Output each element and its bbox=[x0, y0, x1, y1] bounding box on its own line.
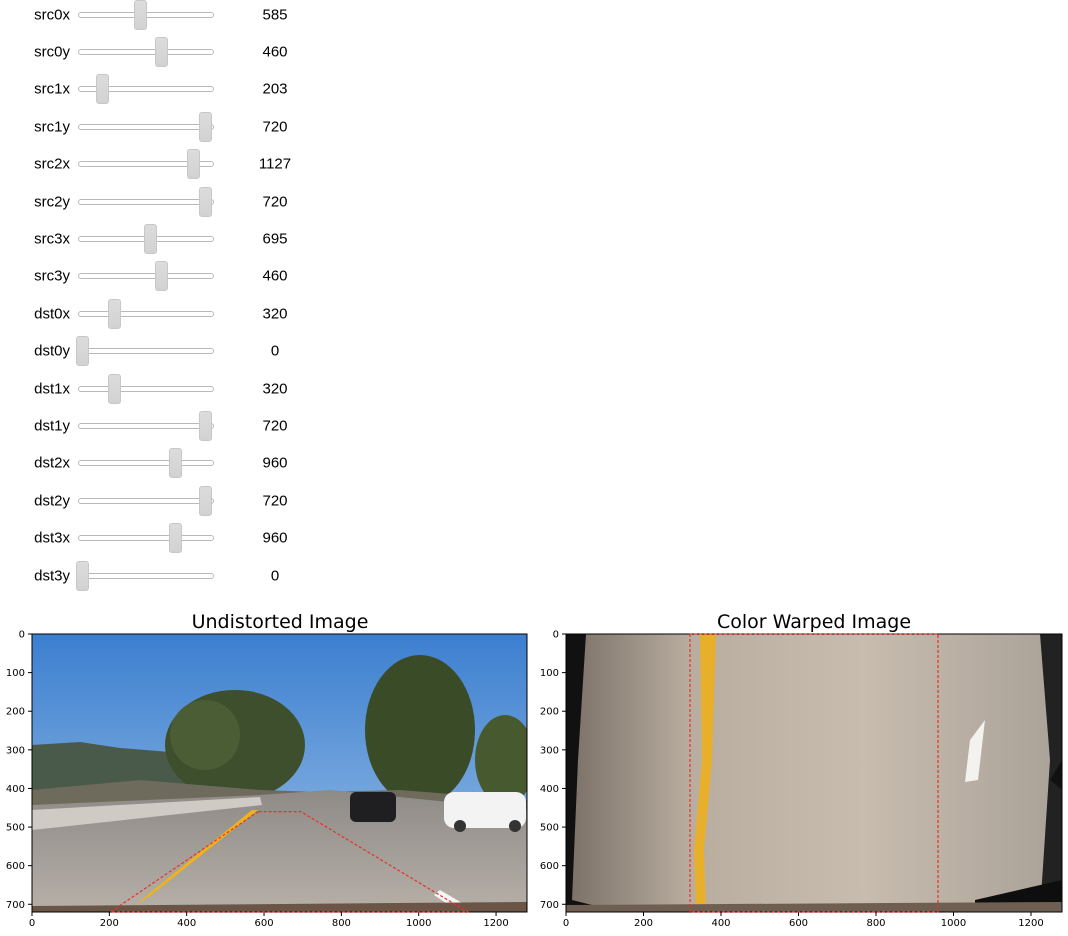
x-tick-label: 0 bbox=[29, 918, 35, 929]
figure-canvas: 0 200 400 600 800 1000 12000100200300400500600… bbox=[6, 630, 1063, 929]
y-tick-label: 400 bbox=[540, 784, 559, 795]
y-tick-label: 200 bbox=[540, 707, 559, 718]
x-tick-label: 400 bbox=[177, 918, 196, 929]
x-tick-label: 200 bbox=[634, 918, 653, 929]
x-tick-label: 1000 bbox=[406, 918, 431, 929]
x-tick-label: 800 bbox=[332, 918, 351, 929]
y-tick-label: 100 bbox=[540, 668, 559, 679]
x-tick-label: 1000 bbox=[941, 918, 966, 929]
y-tick-label: 500 bbox=[6, 823, 25, 834]
y-tick-label: 300 bbox=[6, 745, 25, 756]
warped-road-image bbox=[566, 634, 1062, 912]
x-tick-label: 400 bbox=[711, 918, 730, 929]
x-tick-label: 0 bbox=[563, 918, 569, 929]
y-tick-label: 100 bbox=[6, 668, 25, 679]
y-tick-label: 600 bbox=[6, 861, 25, 872]
x-tick-label: 1200 bbox=[1018, 918, 1043, 929]
y-tick-label: 0 bbox=[553, 630, 559, 641]
x-tick-label: 800 bbox=[866, 918, 885, 929]
y-tick-label: 200 bbox=[6, 707, 25, 718]
y-tick-label: 600 bbox=[540, 861, 559, 872]
x-tick-label: 600 bbox=[254, 918, 273, 929]
x-tick-label: 600 bbox=[789, 918, 808, 929]
y-tick-label: 700 bbox=[540, 900, 559, 911]
y-tick-label: 500 bbox=[540, 823, 559, 834]
y-tick-label: 300 bbox=[540, 745, 559, 756]
y-tick-label: 400 bbox=[6, 784, 25, 795]
y-tick-label: 0 bbox=[19, 630, 25, 641]
y-tick-label: 700 bbox=[6, 900, 25, 911]
undistorted-road-image bbox=[32, 634, 527, 912]
x-tick-label: 200 bbox=[100, 918, 119, 929]
x-tick-label: 1200 bbox=[483, 918, 508, 929]
